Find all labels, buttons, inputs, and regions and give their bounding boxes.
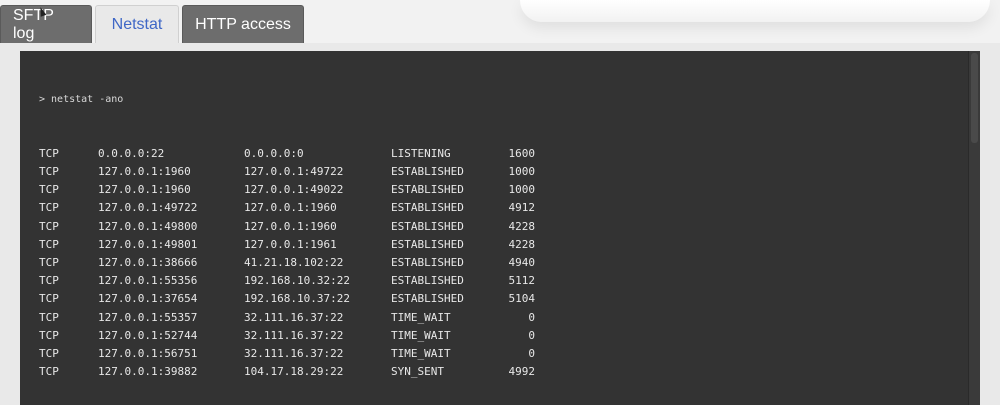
pid-cell: 0 [528, 346, 535, 360]
tab-bar: SFTP log Netstat HTTP access [0, 4, 307, 44]
pid-cell: 4940 [508, 255, 536, 269]
foreign-address-cell: 104.17.18.29:22 [244, 365, 344, 379]
foreign-address-cell: 41.21.18.102:22 [244, 255, 344, 269]
pid-cell: 4912 [508, 201, 536, 215]
protocol-cell: TCP [39, 201, 59, 215]
pid-cell: 5112 [508, 274, 536, 288]
tab-label: Netstat [111, 16, 163, 33]
protocol-cell: TCP [39, 310, 59, 324]
local-address-cell: 127.0.0.1:38666 [98, 255, 198, 269]
tab-sftp-log[interactable]: SFTP log [0, 5, 92, 44]
tab-http-access[interactable]: HTTP access [182, 5, 304, 44]
protocol-cell: TCP [39, 255, 59, 269]
pid-cell: 1000 [508, 165, 536, 178]
state-cell: ESTABLISHED [391, 274, 464, 288]
local-address-cell: 127.0.0.1:55356 [98, 274, 198, 288]
foreign-address-cell: 32.111.16.37:22 [244, 310, 344, 324]
local-address-cell: 127.0.0.1:55357 [98, 310, 198, 324]
state-cell: ESTABLISHED [391, 165, 464, 178]
state-cell: SYN_SENT [391, 365, 444, 379]
foreign-address-cell: 127.0.0.1:1960 [244, 201, 337, 215]
local-address-cell: 127.0.0.1:1960 [98, 183, 191, 197]
local-address-cell: 127.0.0.1:39882 [98, 365, 198, 379]
netstat-row: TCP 0.0.0.0:22 0.0.0.0:0 LISTENING 1600 [39, 145, 535, 163]
netstat-row: TCP 127.0.0.1:55356 192.168.10.32:22 ESTABL… [39, 272, 535, 290]
state-cell: TIME_WAIT [391, 328, 451, 342]
netstat-row: TCP 127.0.0.1:56751 32.111.16.37:22 TIME_WA… [39, 345, 535, 363]
pid-cell: 4992 [508, 365, 536, 379]
pid-cell: 0 [528, 328, 535, 342]
pid-cell: 1600 [508, 146, 536, 160]
netstat-row: TCP 127.0.0.1:49801 127.0.0.1:1961 ESTABLIS… [39, 236, 535, 254]
local-address-cell: 127.0.0.1:1960 [98, 165, 191, 178]
protocol-cell: TCP [39, 219, 59, 233]
foreign-address-cell: 192.168.10.37:22 [244, 292, 350, 306]
tab-netstat[interactable]: Netstat [95, 5, 179, 44]
terminal-text: > netstat -ano TCP 0.0.0.0:22 0.0.0.0:0 LIS… [39, 56, 535, 405]
foreign-address-cell: 127.0.0.1:1961 [244, 237, 337, 251]
foreign-address-cell: 32.111.16.37:22 [244, 328, 344, 342]
protocol-cell: TCP [39, 274, 59, 288]
netstat-row: TCP 127.0.0.1:52744 32.111.16.37:22 TIME_WA… [39, 327, 535, 345]
local-address-cell: 127.0.0.1:49801 [98, 237, 198, 251]
state-cell: ESTABLISHED [391, 201, 464, 215]
netstat-row: TCP 127.0.0.1:55357 32.111.16.37:22 TIME_WA… [39, 309, 535, 327]
protocol-cell: TCP [39, 292, 59, 306]
foreign-address-cell: 32.111.16.37:22 [244, 346, 344, 360]
terminal-output[interactable]: > netstat -ano TCP 0.0.0.0:22 0.0.0.0:0 LIS… [20, 51, 980, 405]
foreign-address-cell: 127.0.0.1:49722 [244, 165, 344, 178]
local-address-cell: 127.0.0.1:52744 [98, 328, 198, 342]
protocol-cell: TCP [39, 165, 59, 178]
state-cell: ESTABLISHED [391, 292, 464, 306]
protocol-cell: TCP [39, 237, 59, 251]
command-line: > netstat -ano [39, 94, 124, 106]
foreign-address-cell: 0.0.0.0:0 [244, 146, 304, 160]
foreign-address-cell: 127.0.0.1:1960 [244, 219, 337, 233]
state-cell: LISTENING [391, 146, 451, 160]
top-highlight [520, 0, 990, 22]
state-cell: TIME_WAIT [391, 310, 451, 324]
protocol-cell: TCP [39, 146, 59, 160]
local-address-cell: 127.0.0.1:56751 [98, 346, 198, 360]
local-address-cell: 127.0.0.1:49722 [98, 201, 198, 215]
protocol-cell: TCP [39, 328, 59, 342]
netstat-row: TCP 127.0.0.1:39882 104.17.18.29:22 SYN_SEN… [39, 363, 535, 381]
state-cell: ESTABLISHED [391, 183, 464, 197]
local-address-cell: 127.0.0.1:37654 [98, 292, 198, 306]
netstat-row: TCP 127.0.0.1:38666 41.21.18.102:22 ESTABLI… [39, 254, 535, 272]
protocol-cell: TCP [39, 365, 59, 379]
local-address-cell: 127.0.0.1:49800 [98, 219, 198, 233]
foreign-address-cell: 127.0.0.1:49022 [244, 183, 344, 197]
pid-cell: 0 [528, 310, 535, 324]
local-address-cell: 0.0.0.0:22 [98, 146, 165, 160]
protocol-cell: TCP [39, 183, 59, 197]
netstat-row: TCP 127.0.0.1:1960 127.0.0.1:49722 ESTABLIS… [39, 163, 535, 181]
netstat-row: TCP 127.0.0.1:49800 127.0.0.1:1960 ESTABLIS… [39, 218, 535, 236]
protocol-cell: TCP [39, 346, 59, 360]
vertical-scrollbar[interactable] [968, 51, 980, 405]
scrollbar-thumb[interactable] [971, 53, 978, 143]
netstat-row: TCP 127.0.0.1:1960 127.0.0.1:49022 ESTABLIS… [39, 181, 535, 199]
pid-cell: 4228 [508, 219, 536, 233]
netstat-table: TCP 0.0.0.0:22 0.0.0.0:0 LISTENING 1600 TCP 12… [39, 145, 535, 381]
app-window: SFTP log Netstat HTTP access > netstat -… [0, 0, 1000, 405]
pid-cell: 1000 [508, 183, 536, 197]
foreign-address-cell: 192.168.10.32:22 [244, 274, 350, 288]
state-cell: TIME_WAIT [391, 346, 451, 360]
state-cell: ESTABLISHED [391, 219, 464, 233]
state-cell: ESTABLISHED [391, 237, 464, 251]
pid-cell: 5104 [508, 292, 536, 306]
tab-label: HTTP access [195, 16, 291, 33]
tab-panel: > netstat -ano TCP 0.0.0.0:22 0.0.0.0:0 LIS… [0, 43, 1000, 405]
state-cell: ESTABLISHED [391, 255, 464, 269]
netstat-row: TCP 127.0.0.1:37654 192.168.10.37:22 ESTABL… [39, 290, 535, 308]
pid-cell: 4228 [508, 237, 536, 251]
netstat-row: TCP 127.0.0.1:49722 127.0.0.1:1960 ESTABLIS… [39, 199, 535, 217]
